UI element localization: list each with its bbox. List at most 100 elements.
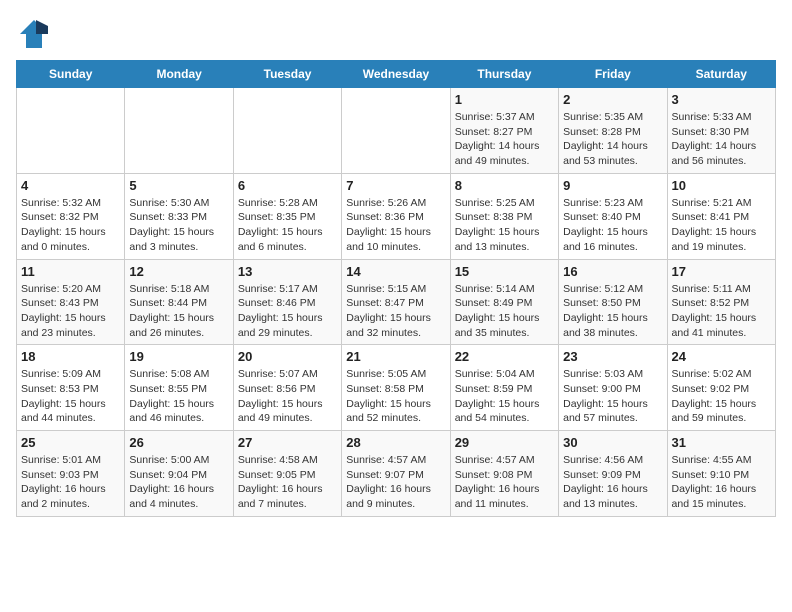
day-number: 28 xyxy=(346,435,445,450)
day-cell: 15 Sunrise: 5:14 AM Sunset: 8:49 PM Dayli… xyxy=(450,259,558,345)
day-cell: 10Sunrise: 5:21 AM Sunset: 8:41 PM Dayli… xyxy=(667,173,775,259)
header-day-thursday: Thursday xyxy=(450,61,558,88)
week-row-3: 11 Sunrise: 5:20 AM Sunset: 8:43 PM Dayli… xyxy=(17,259,776,345)
day-info: Sunrise: 5:17 AM Sunset: 8:46 PM Dayligh… xyxy=(238,282,337,341)
page-header xyxy=(16,16,776,52)
day-info: Sunrise: 5:35 AM Sunset: 8:28 PM Dayligh… xyxy=(563,110,662,169)
day-info: Sunrise: 5:33 AM Sunset: 8:30 PM Dayligh… xyxy=(672,110,771,169)
day-info: Sunrise: 5:09 AM Sunset: 8:53 PM Dayligh… xyxy=(21,367,120,426)
day-number: 21 xyxy=(346,349,445,364)
day-cell: 12Sunrise: 5:18 AM Sunset: 8:44 PM Dayli… xyxy=(125,259,233,345)
day-info: Sunrise: 4:56 AM Sunset: 9:09 PM Dayligh… xyxy=(563,453,662,512)
day-number: 23 xyxy=(563,349,662,364)
day-cell: 29 Sunrise: 4:57 AM Sunset: 9:08 PM Dayli… xyxy=(450,431,558,517)
day-number: 9 xyxy=(563,178,662,193)
day-cell: 14 Sunrise: 5:15 AM Sunset: 8:47 PM Dayli… xyxy=(342,259,450,345)
day-cell xyxy=(342,88,450,174)
day-info: Sunrise: 5:23 AM Sunset: 8:40 PM Dayligh… xyxy=(563,196,662,255)
day-info: Sunrise: 5:25 AM Sunset: 8:38 PM Dayligh… xyxy=(455,196,554,255)
day-number: 11 xyxy=(21,264,120,279)
day-info: Sunrise: 4:55 AM Sunset: 9:10 PM Dayligh… xyxy=(672,453,771,512)
day-number: 31 xyxy=(672,435,771,450)
day-cell: 11 Sunrise: 5:20 AM Sunset: 8:43 PM Dayli… xyxy=(17,259,125,345)
day-cell: 30 Sunrise: 4:56 AM Sunset: 9:09 PM Dayli… xyxy=(559,431,667,517)
day-cell: 9 Sunrise: 5:23 AM Sunset: 8:40 PM Daylig… xyxy=(559,173,667,259)
logo-icon xyxy=(16,16,52,52)
day-info: Sunrise: 5:14 AM Sunset: 8:49 PM Dayligh… xyxy=(455,282,554,341)
day-cell: 27Sunrise: 4:58 AM Sunset: 9:05 PM Dayli… xyxy=(233,431,341,517)
day-cell: 25Sunrise: 5:01 AM Sunset: 9:03 PM Dayli… xyxy=(17,431,125,517)
day-cell: 23Sunrise: 5:03 AM Sunset: 9:00 PM Dayli… xyxy=(559,345,667,431)
day-info: Sunrise: 5:07 AM Sunset: 8:56 PM Dayligh… xyxy=(238,367,337,426)
day-info: Sunrise: 5:20 AM Sunset: 8:43 PM Dayligh… xyxy=(21,282,120,341)
day-info: Sunrise: 5:11 AM Sunset: 8:52 PM Dayligh… xyxy=(672,282,771,341)
day-info: Sunrise: 5:28 AM Sunset: 8:35 PM Dayligh… xyxy=(238,196,337,255)
day-info: Sunrise: 4:57 AM Sunset: 9:07 PM Dayligh… xyxy=(346,453,445,512)
day-number: 22 xyxy=(455,349,554,364)
day-cell: 13 Sunrise: 5:17 AM Sunset: 8:46 PM Dayli… xyxy=(233,259,341,345)
day-info: Sunrise: 5:15 AM Sunset: 8:47 PM Dayligh… xyxy=(346,282,445,341)
day-cell: 22 Sunrise: 5:04 AM Sunset: 8:59 PM Dayli… xyxy=(450,345,558,431)
day-cell: 19 Sunrise: 5:08 AM Sunset: 8:55 PM Dayli… xyxy=(125,345,233,431)
week-row-2: 4Sunrise: 5:32 AM Sunset: 8:32 PM Daylig… xyxy=(17,173,776,259)
day-info: Sunrise: 5:08 AM Sunset: 8:55 PM Dayligh… xyxy=(129,367,228,426)
day-cell: 16Sunrise: 5:12 AM Sunset: 8:50 PM Dayli… xyxy=(559,259,667,345)
day-cell xyxy=(17,88,125,174)
header-day-monday: Monday xyxy=(125,61,233,88)
calendar-table: SundayMondayTuesdayWednesdayThursdayFrid… xyxy=(16,60,776,517)
week-row-5: 25Sunrise: 5:01 AM Sunset: 9:03 PM Dayli… xyxy=(17,431,776,517)
day-info: Sunrise: 5:05 AM Sunset: 8:58 PM Dayligh… xyxy=(346,367,445,426)
day-info: Sunrise: 4:58 AM Sunset: 9:05 PM Dayligh… xyxy=(238,453,337,512)
day-info: Sunrise: 5:02 AM Sunset: 9:02 PM Dayligh… xyxy=(672,367,771,426)
day-number: 29 xyxy=(455,435,554,450)
day-info: Sunrise: 4:57 AM Sunset: 9:08 PM Dayligh… xyxy=(455,453,554,512)
day-number: 19 xyxy=(129,349,228,364)
day-cell xyxy=(125,88,233,174)
week-row-4: 18 Sunrise: 5:09 AM Sunset: 8:53 PM Dayli… xyxy=(17,345,776,431)
day-number: 1 xyxy=(455,92,554,107)
day-cell: 1 Sunrise: 5:37 AM Sunset: 8:27 PM Daylig… xyxy=(450,88,558,174)
day-cell: 8 Sunrise: 5:25 AM Sunset: 8:38 PM Daylig… xyxy=(450,173,558,259)
logo xyxy=(16,16,56,52)
day-number: 20 xyxy=(238,349,337,364)
day-cell: 28 Sunrise: 4:57 AM Sunset: 9:07 PM Dayli… xyxy=(342,431,450,517)
day-cell: 26Sunrise: 5:00 AM Sunset: 9:04 PM Dayli… xyxy=(125,431,233,517)
day-number: 3 xyxy=(672,92,771,107)
header-day-tuesday: Tuesday xyxy=(233,61,341,88)
day-info: Sunrise: 5:12 AM Sunset: 8:50 PM Dayligh… xyxy=(563,282,662,341)
header-day-friday: Friday xyxy=(559,61,667,88)
day-cell: 21 Sunrise: 5:05 AM Sunset: 8:58 PM Dayli… xyxy=(342,345,450,431)
header-day-wednesday: Wednesday xyxy=(342,61,450,88)
day-info: Sunrise: 5:26 AM Sunset: 8:36 PM Dayligh… xyxy=(346,196,445,255)
day-number: 14 xyxy=(346,264,445,279)
week-row-1: 1 Sunrise: 5:37 AM Sunset: 8:27 PM Daylig… xyxy=(17,88,776,174)
day-cell: 31 Sunrise: 4:55 AM Sunset: 9:10 PM Dayli… xyxy=(667,431,775,517)
day-number: 24 xyxy=(672,349,771,364)
day-cell: 4Sunrise: 5:32 AM Sunset: 8:32 PM Daylig… xyxy=(17,173,125,259)
day-number: 15 xyxy=(455,264,554,279)
day-cell: 17Sunrise: 5:11 AM Sunset: 8:52 PM Dayli… xyxy=(667,259,775,345)
day-info: Sunrise: 5:01 AM Sunset: 9:03 PM Dayligh… xyxy=(21,453,120,512)
day-number: 4 xyxy=(21,178,120,193)
day-number: 13 xyxy=(238,264,337,279)
day-cell: 7 Sunrise: 5:26 AM Sunset: 8:36 PM Daylig… xyxy=(342,173,450,259)
day-number: 8 xyxy=(455,178,554,193)
day-cell: 20 Sunrise: 5:07 AM Sunset: 8:56 PM Dayli… xyxy=(233,345,341,431)
day-info: Sunrise: 5:30 AM Sunset: 8:33 PM Dayligh… xyxy=(129,196,228,255)
day-cell: 18 Sunrise: 5:09 AM Sunset: 8:53 PM Dayli… xyxy=(17,345,125,431)
day-info: Sunrise: 5:18 AM Sunset: 8:44 PM Dayligh… xyxy=(129,282,228,341)
day-number: 18 xyxy=(21,349,120,364)
day-number: 30 xyxy=(563,435,662,450)
day-info: Sunrise: 5:37 AM Sunset: 8:27 PM Dayligh… xyxy=(455,110,554,169)
day-cell xyxy=(233,88,341,174)
day-number: 5 xyxy=(129,178,228,193)
day-number: 7 xyxy=(346,178,445,193)
day-number: 6 xyxy=(238,178,337,193)
day-cell: 3 Sunrise: 5:33 AM Sunset: 8:30 PM Daylig… xyxy=(667,88,775,174)
day-cell: 2 Sunrise: 5:35 AM Sunset: 8:28 PM Daylig… xyxy=(559,88,667,174)
header-day-sunday: Sunday xyxy=(17,61,125,88)
day-cell: 6 Sunrise: 5:28 AM Sunset: 8:35 PM Daylig… xyxy=(233,173,341,259)
day-number: 2 xyxy=(563,92,662,107)
day-number: 10 xyxy=(672,178,771,193)
day-info: Sunrise: 5:04 AM Sunset: 8:59 PM Dayligh… xyxy=(455,367,554,426)
